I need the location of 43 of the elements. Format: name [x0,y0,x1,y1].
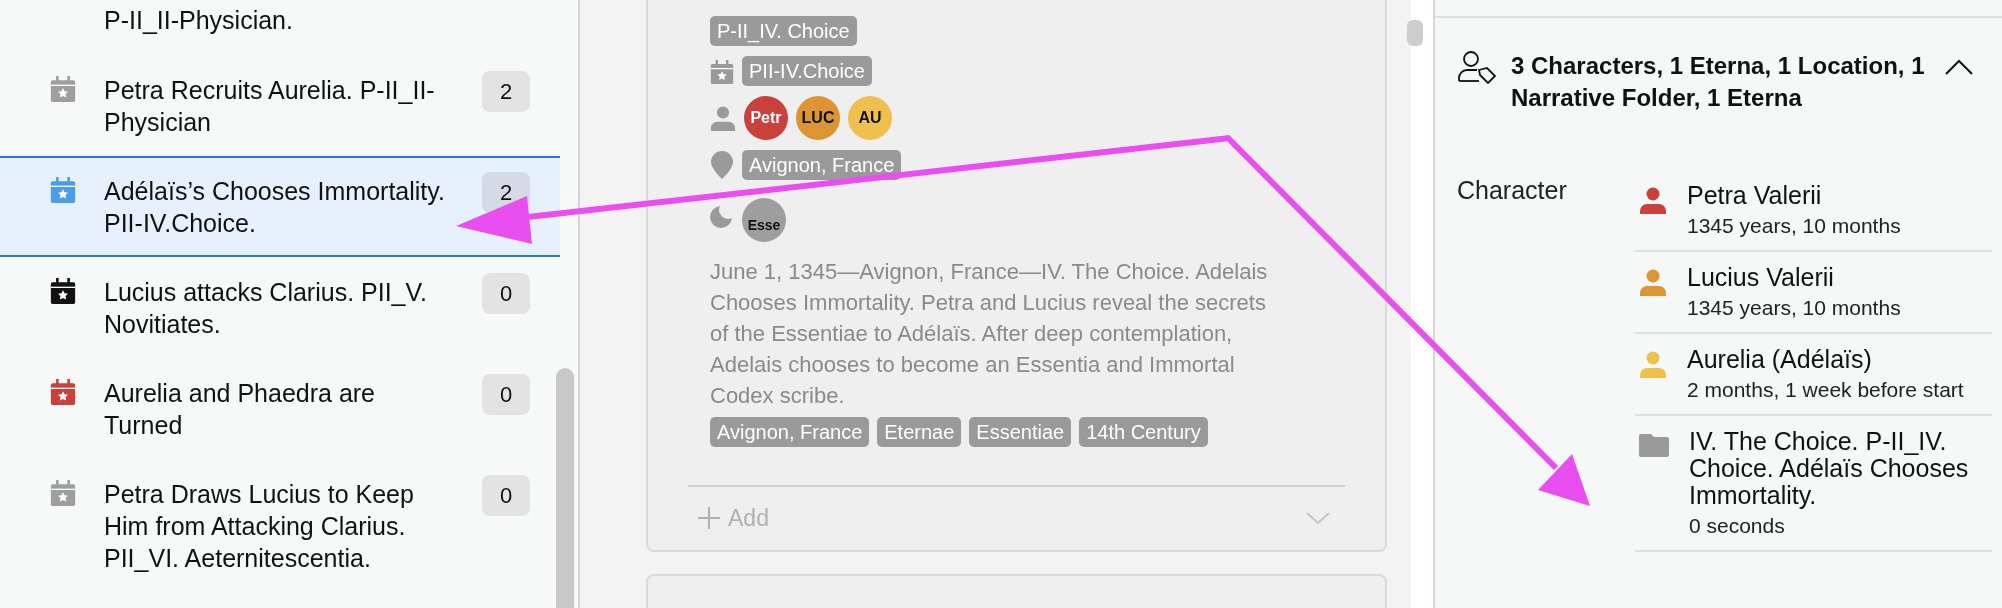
item-detail: 1345 years, 10 months [1687,295,1901,321]
chevron-down-icon[interactable] [1305,510,1331,527]
moon-icon [710,204,734,228]
event-title: P-II_II-Physician. [104,5,294,36]
location-tag: Avignon, France [742,150,902,180]
event-item[interactable]: Petra Recruits Aurelia. P-II_II-Physician 2 [0,55,560,156]
count-badge: 2 [482,71,530,112]
chevron-up-icon[interactable] [1944,57,1974,76]
summary-title: 3 Characters, 1 Eterna, 1 Location, 1 Narrative Folder, 1 Eterna [1511,51,1926,113]
folder-tag: P-II_IV. Choice [710,16,857,46]
tag: Essentiae [969,417,1072,447]
count-badge: 0 [482,273,530,314]
event-description: June 1, 1345—Avignon, France—IV. The Choice. Adelais Chooses Immortality. Petra and Lucius reveal the secrets of the Essentiae to Adélaïs. After deep contemplation, Adelais chooses to become an Essentia and Immortal Codex scribe. [710,258,1269,410]
event-tag: PII-IV.Choice [742,56,872,86]
count-badge: 0 [482,475,530,516]
eterna-avatar: Esse [742,198,786,242]
item-name: Lucius Valerii [1687,264,1835,291]
tag: 14th Century [1079,417,1208,447]
scrollbar-thumb[interactable] [556,368,574,608]
scrollbar-thumb[interactable] [1407,20,1423,46]
folder-icon [1639,432,1669,458]
section-label: Character [1457,175,1568,206]
item-detail: 2 months, 1 week before start [1687,377,1964,403]
count-badge: 0 [482,374,530,415]
item-detail: 1345 years, 10 months [1687,213,1901,239]
item-name: Aurelia (Adélaïs) [1687,346,1873,373]
person-tag-icon [1457,50,1497,84]
event-item[interactable]: Adélaïs’s Chooses Immortality. PII-IV.Choice. 2 [0,156,560,257]
event-item[interactable]: Petra Draws Lucius to Keep Him from Attacking Clarius. PII_VI. Aeternitescentia. 0 [0,459,560,592]
calendar-icon [710,60,734,84]
item-detail: 0 seconds [1689,513,1786,539]
location-pin-icon [710,151,734,179]
character-avatar: LUC [796,96,840,140]
event-item[interactable]: Lucius attacks Clarius. PII_V. Novitiates. 0 [0,257,560,358]
character-avatar: Petr [744,96,788,140]
item-name: Petra Valerii [1687,182,1823,209]
tag: Eternae [877,417,962,447]
event-item[interactable]: Aurelia and Phaedra are Turned 0 [0,358,560,459]
character-avatar: AU [848,96,892,140]
item-name: IV. The Choice. P-II_IV. Choice. Adélaïs Chooses Immortality. [1689,428,1970,509]
plus-icon [696,505,722,532]
tag: Avignon, France [710,417,870,447]
person-icon [710,105,736,131]
